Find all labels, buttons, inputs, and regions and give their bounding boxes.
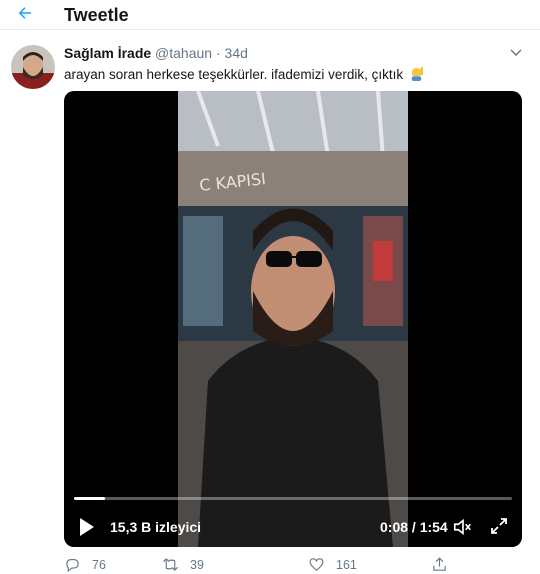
meta-separator: · (215, 45, 221, 61)
retweet-button[interactable]: 39 (162, 556, 204, 573)
video-time: 0:08 / 1:54 (380, 519, 448, 535)
fullscreen-button[interactable] (489, 516, 509, 536)
avatar[interactable] (11, 45, 55, 89)
tweet-menu-button[interactable] (508, 44, 524, 60)
handle[interactable]: @tahaun (155, 45, 212, 61)
retweet-count: 39 (190, 557, 204, 572)
like-count: 161 (336, 557, 357, 572)
tweet-actions: 76 39 161 (64, 556, 464, 574)
volume-icon (453, 518, 471, 536)
play-icon (80, 518, 94, 536)
tweet-header: Sağlam İrade @tahaun · 34d (64, 45, 248, 61)
like-button[interactable]: 161 (308, 556, 357, 573)
page-header: Tweetle (0, 0, 540, 30)
display-name[interactable]: Sağlam İrade (64, 45, 151, 61)
video-frame: C KAPISI (178, 91, 408, 547)
arrow-left-icon (18, 7, 31, 19)
volume-button[interactable] (452, 516, 474, 538)
tweet-text-content: arayan soran herkese teşekkürler. ifadem… (64, 67, 404, 82)
chevron-down-icon (510, 49, 522, 57)
view-count: 15,3 B izleyici (110, 519, 202, 535)
share-icon (433, 557, 446, 571)
reply-icon (66, 558, 79, 573)
reply-button[interactable]: 76 (64, 556, 106, 573)
video-player[interactable]: C KAPISI 15,3 B izleyici 0:08 / 1:54 (64, 91, 522, 547)
heart-icon (309, 558, 324, 571)
reply-count: 76 (92, 557, 106, 572)
share-button[interactable] (431, 556, 459, 573)
fullscreen-icon (491, 518, 507, 534)
video-progress-fill (74, 497, 105, 500)
tweet-text: arayan soran herkese teşekkürler. ifadem… (64, 66, 424, 82)
play-button[interactable] (78, 517, 96, 537)
back-button[interactable] (14, 2, 36, 24)
person-raising-hand-emoji-icon (409, 66, 424, 81)
tweet-time[interactable]: 34d (225, 45, 248, 61)
page-title: Tweetle (64, 5, 129, 25)
video-progress-bar[interactable] (74, 497, 512, 500)
retweet-icon (163, 558, 178, 571)
